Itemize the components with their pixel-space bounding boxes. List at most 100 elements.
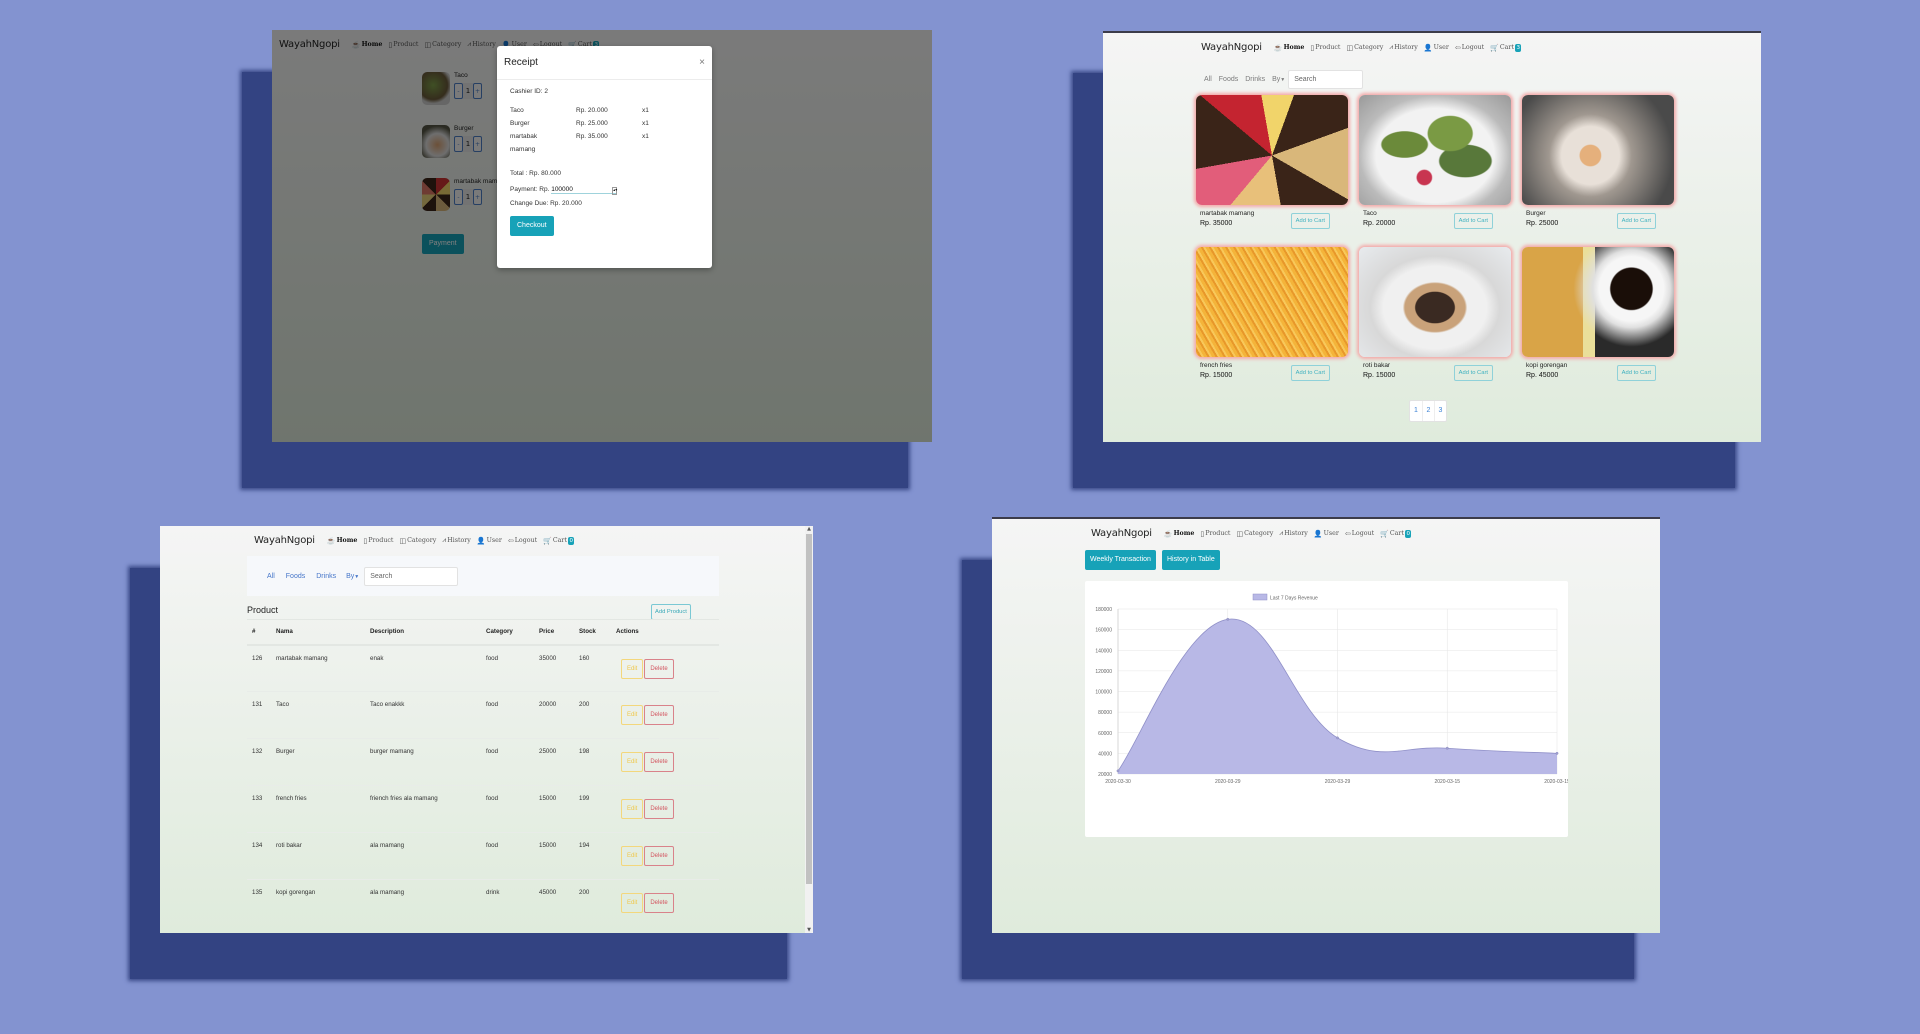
nav-product[interactable]: ▯Product [363, 537, 393, 545]
add-to-cart-button[interactable]: Add to Cart [1290, 365, 1330, 381]
nav-logout[interactable]: ⇦Logout [1345, 530, 1374, 538]
nav-logout[interactable]: ⇦Logout [1455, 44, 1484, 52]
product-image[interactable] [1522, 95, 1674, 205]
filter-foods[interactable]: Foods [286, 573, 305, 580]
close-icon[interactable]: × [699, 57, 705, 68]
search-input[interactable]: Search [364, 567, 459, 586]
table-row: 133 french fries friench fries ala mamang f… [247, 785, 719, 833]
y-tick-label: 160000 [1095, 628, 1112, 634]
cell-description: ala mamang [370, 832, 486, 880]
product-image[interactable] [1196, 247, 1348, 357]
add-to-cart-button[interactable]: Add to Cart [1290, 213, 1330, 229]
weekly-transaction-button[interactable]: Weekly Transaction [1085, 550, 1156, 570]
filter-all[interactable]: All [267, 573, 275, 580]
sort-by-dropdown[interactable]: By▼ [346, 573, 359, 580]
product-image[interactable] [1196, 95, 1348, 205]
add-to-cart-button[interactable]: Add to Cart [1616, 213, 1656, 229]
payment-row: Payment: Rp. 100000 ▴▾ [510, 186, 699, 195]
scroll-up-icon[interactable]: ▲ [805, 526, 813, 532]
edit-button[interactable]: Edit [621, 893, 644, 913]
cell-stock: 160 [579, 644, 616, 692]
document-icon: ▯ [1200, 529, 1205, 538]
nav-product[interactable]: ▯Product [1310, 44, 1340, 52]
page-3[interactable]: 3 [1434, 401, 1446, 421]
brand-logo[interactable]: WayahNgopi [1201, 42, 1262, 53]
scroll-down-icon[interactable]: ▼ [805, 927, 813, 933]
y-tick-label: 100000 [1095, 690, 1112, 696]
cell-name: Burger [276, 738, 370, 786]
navbar: WayahNgopi ☕Home ▯Product ◫Category ⩘His… [254, 535, 580, 546]
delete-button[interactable]: Delete [644, 893, 674, 913]
filter-drinks[interactable]: Drinks [1245, 76, 1265, 83]
edit-button[interactable]: Edit [621, 658, 644, 679]
col-id: # [247, 619, 276, 646]
nav-user[interactable]: 👤User [1424, 44, 1449, 52]
nav-logout[interactable]: ⇦Logout [508, 537, 537, 545]
history-in-table-button[interactable]: History in Table [1162, 550, 1220, 570]
nav-history[interactable]: ⩘History [1389, 43, 1418, 52]
nav-home[interactable]: ☕Home [327, 536, 358, 545]
product-image[interactable] [1359, 95, 1511, 205]
spinner-icon[interactable]: ▴▾ [612, 187, 617, 195]
delete-button[interactable]: Delete [644, 705, 674, 725]
product-image[interactable] [1359, 247, 1511, 357]
filter-all[interactable]: All [1204, 76, 1212, 83]
edit-button[interactable]: Edit [621, 705, 644, 725]
sort-by-dropdown[interactable]: By▼ [1272, 76, 1285, 83]
cell-category: food [486, 691, 539, 739]
x-tick-label: 2020-03-30 [1105, 779, 1131, 785]
checkout-button[interactable]: Checkout [510, 216, 554, 236]
edit-button[interactable]: Edit [621, 799, 644, 819]
section-title: Product [247, 605, 279, 615]
cell-price: 15000 [539, 785, 579, 833]
y-tick-label: 140000 [1095, 648, 1112, 654]
scroll-thumb[interactable] [806, 534, 812, 884]
add-to-cart-button[interactable]: Add to Cart [1616, 365, 1656, 381]
nav-category[interactable]: ◫Category [399, 537, 436, 545]
nav-cart[interactable]: 🛒 Cart 0 [1380, 529, 1412, 538]
product-image[interactable] [1522, 247, 1674, 357]
x-tick-label: 2020-03-15 [1544, 779, 1568, 785]
cell-actions: Edit Delete [616, 832, 719, 880]
delete-button[interactable]: Delete [644, 752, 674, 772]
edit-button[interactable]: Edit [621, 752, 644, 772]
cell-stock: 194 [579, 832, 616, 880]
nav-home[interactable]: ☕Home [1274, 43, 1305, 52]
table-row: 131 Taco Taco enakkk food 20000 200 Edit Delete [247, 691, 719, 739]
brand-logo[interactable]: WayahNgopi [1091, 528, 1152, 539]
filter-foods[interactable]: Foods [1219, 76, 1238, 83]
search-input[interactable]: Search [1288, 70, 1364, 89]
add-product-button[interactable]: Add Product [651, 604, 691, 620]
nav-product[interactable]: ▯Product [1200, 530, 1230, 538]
add-to-cart-button[interactable]: Add to Cart [1453, 365, 1493, 381]
filter-bar: All Foods Drinks By▼ Search [267, 567, 459, 586]
nav-cart[interactable]: 🛒Cart3 [1490, 43, 1522, 52]
coffee-icon: ☕ [1273, 43, 1283, 52]
brand-logo[interactable]: WayahNgopi [254, 535, 315, 546]
cell-name: french fries [276, 785, 370, 833]
data-point [1116, 769, 1120, 773]
edit-button[interactable]: Edit [621, 846, 644, 866]
delete-button[interactable]: Delete [644, 799, 674, 819]
add-to-cart-button[interactable]: Add to Cart [1453, 213, 1493, 229]
nav-user[interactable]: 👤User [1314, 530, 1339, 538]
scrollbar[interactable]: ▲ ▼ [805, 526, 813, 933]
nav-home[interactable]: ☕Home [1164, 529, 1195, 538]
nav-user[interactable]: 👤User [477, 537, 502, 545]
nav-history[interactable]: ⩘History [1279, 529, 1308, 538]
filter-drinks[interactable]: Drinks [316, 573, 336, 580]
document-icon: ▯ [363, 536, 368, 545]
nav-category[interactable]: ◫Category [1346, 44, 1383, 52]
product-card: french fries Rp. 15000 Add to Cart [1196, 247, 1348, 381]
y-tick-label: 20000 [1098, 772, 1112, 778]
product-admin-screen: WayahNgopi ☕ Home ▯ Product ◫ Category ⩘ His… [160, 526, 813, 933]
nav-cart[interactable]: 🛒 Cart 0 [543, 536, 575, 545]
payment-input[interactable]: 100000 ▴▾ [551, 186, 617, 195]
nav-history[interactable]: ⩘History [442, 536, 471, 545]
delete-button[interactable]: Delete [644, 658, 674, 679]
page-1[interactable]: 1 [1410, 401, 1422, 421]
delete-button[interactable]: Delete [644, 846, 674, 866]
nav-category[interactable]: ◫Category [1236, 530, 1273, 538]
page-2[interactable]: 2 [1422, 401, 1434, 421]
product-card: Burger Rp. 25000 Add to Cart [1522, 95, 1674, 229]
